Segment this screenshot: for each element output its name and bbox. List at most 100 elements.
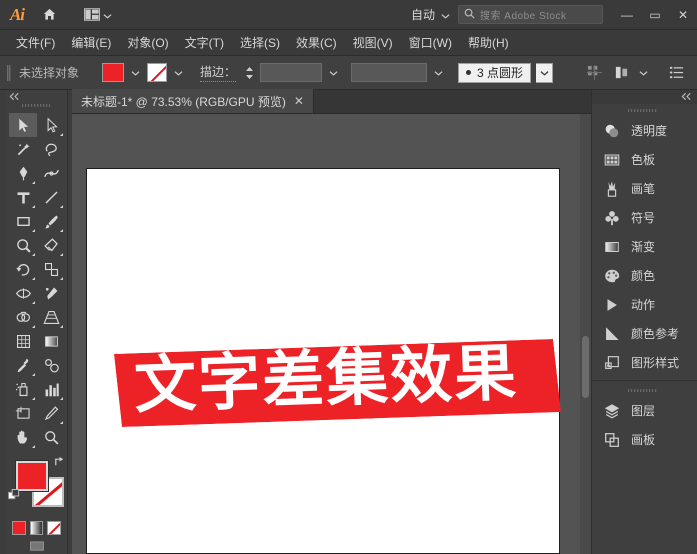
slice-tool[interactable] (37, 401, 65, 425)
distribute-chevron-down-icon[interactable] (637, 63, 650, 82)
dock-item-label: 画笔 (631, 180, 655, 197)
dock-item-label: 颜色参考 (631, 325, 679, 342)
stroke-weight-stepper[interactable] (244, 63, 255, 82)
menu-item-5[interactable]: 选择(S) (232, 31, 288, 54)
fill-chevron-down-icon[interactable] (129, 63, 142, 82)
toolbar-fill-swatch[interactable] (16, 461, 48, 491)
tool-grid (6, 111, 68, 449)
lasso-tool[interactable] (37, 137, 65, 161)
arrange-mode-dropdown[interactable]: 自动 (403, 4, 458, 26)
eraser-tool[interactable] (37, 233, 65, 257)
arrange-documents-icon[interactable] (78, 4, 118, 26)
paintbrush-tool[interactable] (37, 209, 65, 233)
close-icon[interactable]: ✕ (294, 95, 304, 107)
width-tool[interactable] (9, 281, 37, 305)
perspective-grid-tool[interactable] (37, 305, 65, 329)
dock-item-color-panel[interactable]: 颜色 (592, 261, 697, 290)
tools-panel-grip[interactable] (6, 103, 67, 111)
dock-item-color-guide[interactable]: 颜色参考 (592, 319, 697, 348)
document-tab-title: 未标题-1* @ 73.53% (RGB/GPU 预览) (81, 93, 286, 110)
close-button[interactable]: ✕ (669, 0, 697, 30)
shaper-tool[interactable] (9, 233, 37, 257)
gradient-tool[interactable] (37, 329, 65, 353)
fill-color-swatch[interactable] (102, 63, 124, 82)
rotate-tool[interactable] (9, 257, 37, 281)
column-graph-tool[interactable] (37, 377, 65, 401)
menu-item-4[interactable]: 文字(T) (177, 31, 232, 54)
menu-item-3[interactable]: 对象(O) (119, 31, 176, 54)
search-input[interactable]: 搜索 Adobe Stock (458, 5, 603, 24)
dock-grip[interactable] (592, 104, 697, 116)
dock-item-brushes[interactable]: 画笔 (592, 174, 697, 203)
vertical-scrollbar[interactable] (580, 114, 591, 554)
stroke-color-swatch[interactable] (147, 63, 167, 82)
dock-item-transparency[interactable]: 透明度 (592, 116, 697, 145)
minimize-button[interactable]: — (613, 0, 641, 30)
menu-item-7[interactable]: 视图(V) (345, 31, 401, 54)
line-segment-tool[interactable] (37, 185, 65, 209)
default-fill-stroke-icon[interactable] (8, 489, 21, 502)
rectangle-tool[interactable] (9, 209, 37, 233)
stroke-weight-label: 描边： (200, 63, 236, 82)
opacity-input[interactable] (351, 63, 427, 82)
mesh-tool[interactable] (9, 329, 37, 353)
hand-tool[interactable] (9, 425, 37, 449)
zoom-tool[interactable] (37, 425, 65, 449)
actions-icon (602, 295, 622, 315)
direct-selection-tool[interactable] (37, 113, 65, 137)
dock-separator (592, 380, 697, 381)
menu-item-9[interactable]: 帮助(H) (460, 31, 517, 54)
stroke-weight-chevron-down-icon[interactable] (327, 63, 340, 82)
scale-tool[interactable] (37, 257, 65, 281)
dock-item-graphic-styles[interactable]: 图形样式 (592, 348, 697, 377)
shape-builder-tool[interactable] (9, 305, 37, 329)
arrange-mode-label: 自动 (411, 6, 435, 23)
align-objects-icon[interactable] (583, 62, 605, 84)
canvas-area[interactable]: 文字差集效果 文字差集效果 (72, 114, 591, 554)
vertical-scrollbar-thumb[interactable] (582, 336, 589, 398)
collapse-panel-icon[interactable] (9, 90, 21, 104)
artboard[interactable]: 文字差集效果 文字差集效果 (86, 168, 560, 554)
pen-tool[interactable] (9, 161, 37, 185)
collapse-panels-icon[interactable] (681, 90, 693, 104)
eyedropper-tool[interactable] (9, 353, 37, 377)
type-tool[interactable] (9, 185, 37, 209)
magic-wand-tool[interactable] (9, 137, 37, 161)
home-icon[interactable] (34, 0, 64, 30)
dock-item-swatches[interactable]: 色板 (592, 145, 697, 174)
stroke-weight-input[interactable] (260, 63, 322, 82)
dock-item-layers[interactable]: 图层 (592, 396, 697, 425)
selection-tool[interactable] (9, 113, 37, 137)
menu-item-8[interactable]: 窗口(W) (401, 31, 460, 54)
menu-item-1[interactable]: 文件(F) (8, 31, 63, 54)
distribute-objects-icon[interactable] (610, 62, 632, 84)
blend-tool[interactable] (37, 353, 65, 377)
none-mode-button[interactable] (47, 521, 61, 535)
banner-shape[interactable] (114, 339, 561, 427)
document-tab[interactable]: 未标题-1* @ 73.53% (RGB/GPU 预览) ✕ (72, 89, 314, 113)
curvature-tool[interactable] (37, 161, 65, 185)
brush-profile-chevron-down-icon[interactable] (536, 63, 553, 83)
gradient-mode-button[interactable] (30, 521, 44, 535)
symbol-sprayer-tool[interactable] (9, 377, 37, 401)
artboard-tool[interactable] (9, 401, 37, 425)
menu-item-6[interactable]: 效果(C) (288, 31, 345, 54)
fill-stroke-controls (6, 455, 68, 517)
dock-item-actions[interactable]: 动作 (592, 290, 697, 319)
dock-group-grip[interactable] (592, 384, 697, 396)
dock-items: 透明度色板画笔符号渐变颜色动作颜色参考图形样式图层画板 (592, 116, 697, 454)
brush-profile-select[interactable]: 3 点圆形 (458, 63, 531, 83)
document-options-icon[interactable] (665, 62, 687, 84)
free-transform-tool[interactable] (37, 281, 65, 305)
dock-item-gradient-panel[interactable]: 渐变 (592, 232, 697, 261)
dock-item-symbols[interactable]: 符号 (592, 203, 697, 232)
swap-fill-stroke-icon[interactable] (53, 455, 66, 471)
menu-item-2[interactable]: 编辑(E) (63, 31, 119, 54)
stroke-chevron-down-icon[interactable] (172, 63, 185, 82)
control-bar-grip[interactable] (6, 62, 12, 84)
draw-normal-icon[interactable] (6, 535, 67, 553)
color-mode-button[interactable] (12, 521, 26, 535)
opacity-chevron-down-icon[interactable] (432, 63, 445, 82)
dock-item-artboards[interactable]: 画板 (592, 425, 697, 454)
maximize-button[interactable]: ▭ (641, 0, 669, 30)
